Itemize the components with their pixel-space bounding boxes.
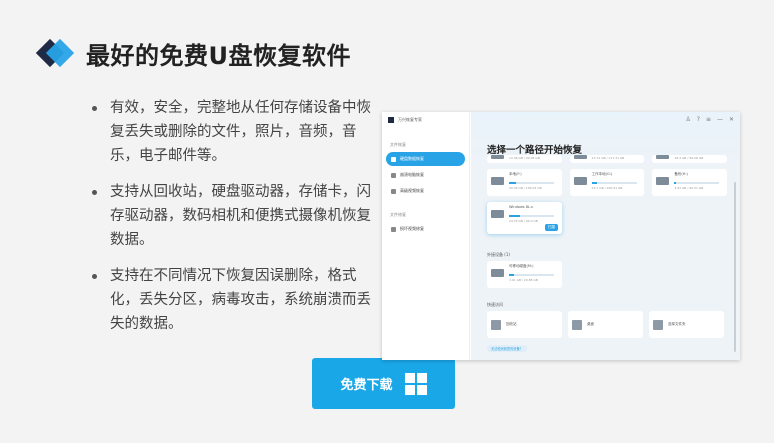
user-icon[interactable]: ♙ xyxy=(685,116,690,123)
quick-label: 选择文件夹 xyxy=(668,322,686,326)
drive-icon xyxy=(491,155,504,159)
drive-meta: 24.79 GB / 99.0 GB xyxy=(509,219,538,223)
disk-icon xyxy=(391,156,396,162)
drive-meta: 3.01 GB / 29.85 GB xyxy=(509,278,538,282)
quick-access-label: 快速访问 xyxy=(487,302,503,307)
drive-icon xyxy=(656,155,670,159)
drive-name: 工作本地(G:) xyxy=(591,172,613,176)
drive-card[interactable]: 工作本地(G:) 23.7 GB / 200.91 GB xyxy=(569,169,645,196)
window-controls: ♙ ? ≡ — ✕ xyxy=(685,116,734,123)
quick-select-folder[interactable]: 选择文件夹 xyxy=(649,311,724,338)
drive-card[interactable]: 18.4 GB / 99.08 GB xyxy=(652,155,728,163)
app-screenshot: 万兴恢复专家 文件恢复 硬盘数据恢复 崩溃电脑恢复 高级视频恢复 文件修复 损坏… xyxy=(382,112,740,360)
drive-name: Windows 8L.x xyxy=(509,205,534,209)
quick-recycle-bin[interactable]: 回收站 xyxy=(487,311,562,338)
computer-icon xyxy=(391,172,396,178)
app-title-bar: 万兴恢复专家 xyxy=(382,112,469,128)
external-devices-label: 外接设备 (1) xyxy=(487,252,510,257)
app-main: ♙ ? ≡ — ✕ 选择一个路径开始恢复 13.38 GB / 99.08 GB… xyxy=(471,112,740,360)
brand-logo-icon xyxy=(35,37,75,71)
quick-access-row: 回收站 桌面 选择文件夹 xyxy=(487,311,724,338)
windows-icon xyxy=(404,372,427,395)
drive-card[interactable]: 本地(F:) 29.39 GB / 199.03 GB xyxy=(487,169,562,196)
sidebar-item-disk-recovery[interactable]: 硬盘数据恢复 xyxy=(386,152,465,166)
drive-card[interactable]: 备份(H:) 3.93 GB / 99.31 GB xyxy=(652,169,728,196)
page-heading: 最好的免费U盘恢复软件 xyxy=(86,42,351,70)
drive-card[interactable]: 13.72 GB / 117.31 GB xyxy=(569,155,645,163)
quick-label: 桌面 xyxy=(587,322,594,326)
drive-meta: 29.39 GB / 199.03 GB xyxy=(509,186,542,190)
feature-item: 有效，安全，完整地从任何存储设备中恢复丢失或删除的文件，照片，音频，音乐，电子邮… xyxy=(92,96,374,168)
drive-icon xyxy=(573,155,587,159)
scan-button[interactable]: 扫描 xyxy=(545,224,558,231)
sidebar-item-crash-recovery[interactable]: 崩溃电脑恢复 xyxy=(386,168,465,182)
external-drive-card[interactable]: 可移动磁盘(M:) 3.01 GB / 29.85 GB xyxy=(487,261,562,288)
sidebar-section-recovery: 文件恢复 xyxy=(390,142,406,147)
drive-card[interactable]: 13.38 GB / 99.08 GB xyxy=(487,155,562,163)
drive-meta: 23.7 GB / 200.91 GB xyxy=(591,186,623,190)
sidebar-item-label: 高级视频恢复 xyxy=(400,188,424,193)
feature-list: 有效，安全，完整地从任何存储设备中恢复丢失或删除的文件，照片，音频，音乐，电子邮… xyxy=(92,96,374,348)
main-title: 选择一个路径开始恢复 xyxy=(487,145,583,156)
drive-name: 可移动磁盘(M:) xyxy=(509,264,534,268)
free-download-label: 免费下载 xyxy=(340,377,393,392)
sidebar-item-label: 崩溃电脑恢复 xyxy=(400,172,424,177)
app-sidebar: 万兴恢复专家 文件恢复 硬盘数据恢复 崩溃电脑恢复 高级视频恢复 文件修复 损坏… xyxy=(382,112,470,360)
folder-icon xyxy=(653,319,663,330)
drive-usage-bar xyxy=(591,182,637,184)
drive-name: 备份(H:) xyxy=(674,172,688,176)
quick-desktop[interactable]: 桌面 xyxy=(568,311,643,338)
app-title: 万兴恢复专家 xyxy=(398,117,422,122)
sidebar-section-repair: 文件修复 xyxy=(390,212,406,217)
usb-drive-icon xyxy=(491,269,504,277)
drive-usage-bar xyxy=(509,215,554,217)
drive-usage-bar xyxy=(674,182,720,184)
desktop-icon xyxy=(572,319,582,330)
drive-icon xyxy=(491,210,504,218)
sidebar-item-label: 硬盘数据恢复 xyxy=(400,156,424,161)
drive-icon xyxy=(656,177,670,185)
sidebar-item-video-repair[interactable]: 损坏视频修复 xyxy=(386,222,465,236)
device-help-link[interactable]: 无法检测到您的设备？ xyxy=(487,345,527,352)
drive-name: 本地(F:) xyxy=(509,172,522,176)
drive-meta: 3.93 GB / 99.31 GB xyxy=(674,186,704,190)
sidebar-item-label: 损坏视频修复 xyxy=(400,226,424,231)
sidebar-item-video-recovery[interactable]: 高级视频恢复 xyxy=(386,184,465,198)
drive-meta: 18.4 GB / 99.08 GB xyxy=(674,156,704,160)
drive-icon xyxy=(573,177,587,185)
minimize-icon[interactable]: — xyxy=(717,116,723,123)
quick-label: 回收站 xyxy=(506,322,517,326)
close-icon[interactable]: ✕ xyxy=(729,116,734,123)
page-title: 最好的免费U盘恢复软件 xyxy=(35,36,351,71)
drive-icon xyxy=(491,177,504,185)
drive-meta: 13.38 GB / 99.08 GB xyxy=(509,156,540,160)
app-logo-icon xyxy=(388,117,394,123)
help-icon[interactable]: ? xyxy=(697,116,700,123)
free-download-button[interactable]: 免费下载 xyxy=(312,358,455,409)
recycle-bin-icon xyxy=(491,319,501,330)
menu-icon[interactable]: ≡ xyxy=(706,116,711,123)
drive-meta: 13.72 GB / 117.31 GB xyxy=(591,156,625,160)
drive-grid: 13.38 GB / 99.08 GB 13.72 GB / 117.31 GB… xyxy=(487,155,728,240)
feature-item: 支持从回收站，硬盘驱动器，存储卡，闪存驱动器，数码相机和便携式摄像机恢复数据。 xyxy=(92,180,374,252)
video-icon xyxy=(391,188,396,194)
feature-item: 支持在不同情况下恢复因误删除，格式化，丢失分区，病毒攻击，系统崩溃而丢失的数据。 xyxy=(92,264,374,336)
drive-usage-bar xyxy=(509,274,554,276)
drive-usage-bar xyxy=(509,182,554,184)
scrollbar[interactable] xyxy=(734,182,736,352)
repair-icon xyxy=(391,226,396,232)
drive-card-windows[interactable]: Windows 8L.x 24.79 GB / 99.0 GB 扫描 xyxy=(487,202,562,234)
